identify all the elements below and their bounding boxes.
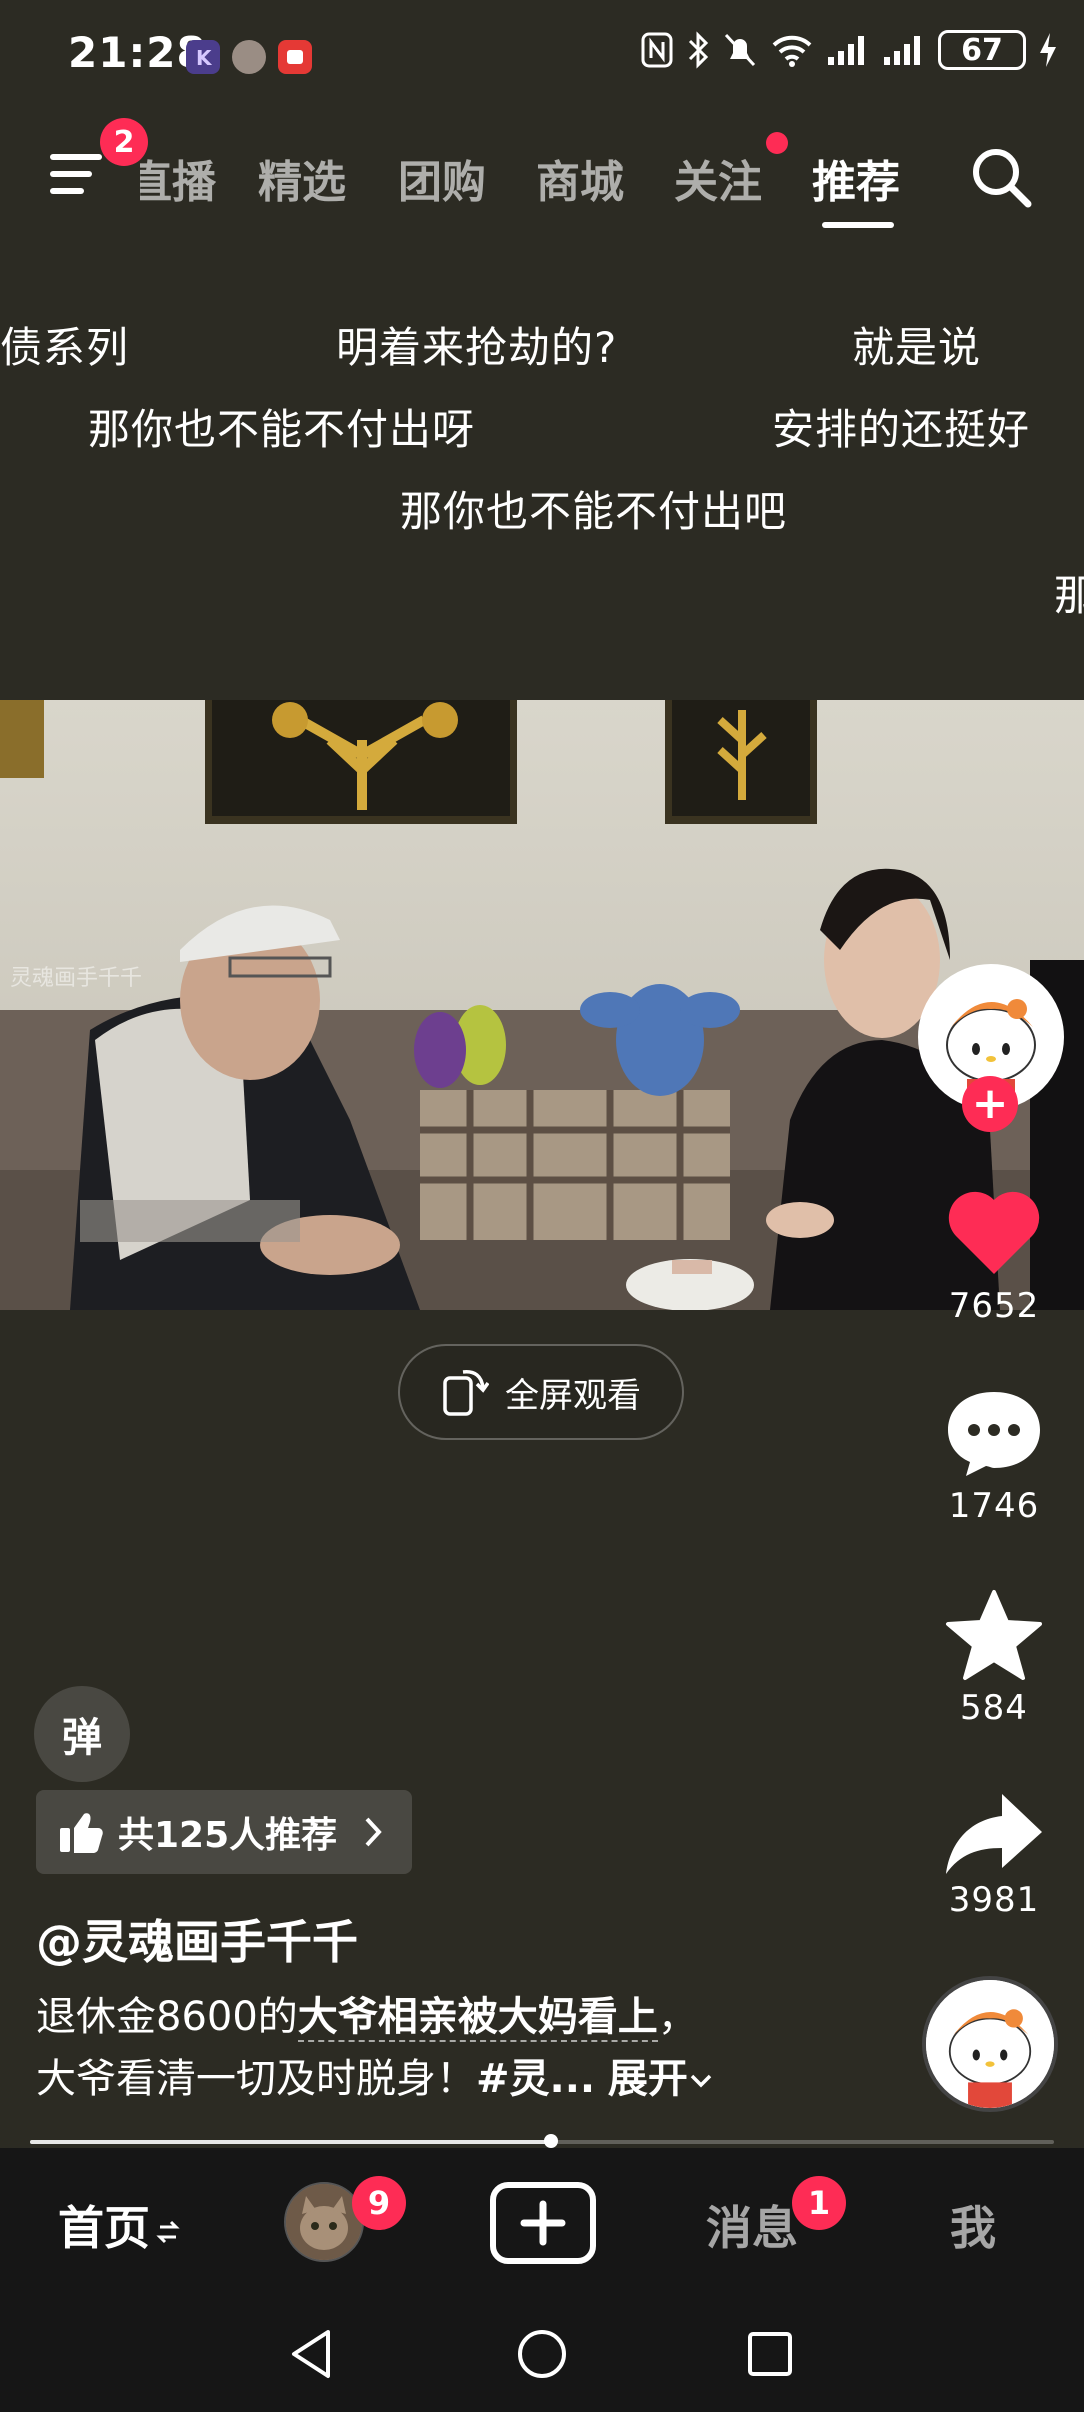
danmaku-comment: 那你也不能不付出吧 — [400, 487, 788, 536]
rotate-screen-icon — [443, 1370, 489, 1416]
video-player[interactable]: 灵魂画手千千 — [0, 700, 1084, 1310]
mute-bell-icon — [724, 33, 756, 67]
video-description[interactable]: 退休金8600的大爷相亲被大妈看上， 大爷看清一切及时脱身！#灵... 展开 — [36, 1986, 906, 2110]
desc-highlight[interactable]: 大爷相亲被大妈看上 — [297, 1994, 658, 2042]
chevron-down-icon — [690, 2074, 712, 2088]
nav-messages-badge: 1 — [792, 2176, 846, 2230]
bluetooth-icon — [688, 31, 709, 69]
search-icon[interactable] — [966, 142, 1036, 212]
heart-icon[interactable] — [944, 1186, 1044, 1278]
chevron-right-icon — [365, 1817, 382, 1847]
favorite-count: 584 — [960, 1688, 1028, 1728]
plus-icon — [520, 2200, 566, 2246]
app-notification-icon — [232, 40, 266, 74]
fullscreen-label: 全屏观看 — [505, 1375, 641, 1416]
home-circle-icon[interactable] — [514, 2326, 570, 2382]
danmaku-comment: 安排的还挺好 — [772, 405, 1031, 454]
signal-icon — [828, 36, 864, 65]
follow-button[interactable]: + — [962, 1076, 1018, 1132]
nav-home[interactable]: 首页 — [58, 2192, 180, 2258]
desc-text: 退休金8600的 — [36, 1994, 298, 2040]
app-notification-icon — [278, 40, 312, 74]
share-count: 3981 — [948, 1880, 1040, 1920]
following-dot — [766, 132, 788, 154]
active-tab-indicator — [822, 222, 894, 228]
danmaku-comment: 债系列 — [0, 323, 130, 372]
video-watermark: 灵魂画手千千 — [10, 966, 143, 991]
nfc-icon — [641, 32, 673, 68]
nav-messages[interactable]: 消息 — [706, 2192, 798, 2258]
svg-text:K: K — [196, 46, 213, 70]
danmaku-comment: 就是说 — [852, 323, 982, 372]
status-icons: 67 — [640, 30, 1058, 70]
battery-indicator: 67 — [938, 30, 1026, 70]
danmaku-comment: 那 — [1054, 571, 1084, 620]
recommend-pill[interactable]: 共125人推荐 — [36, 1790, 412, 1874]
progress-fill — [30, 2140, 552, 2144]
favorite-star-icon[interactable] — [944, 1588, 1044, 1684]
desc-text: ， — [657, 1994, 698, 2040]
author-name[interactable]: @灵魂画手千千 — [36, 1906, 358, 1972]
progress-knob[interactable] — [544, 2134, 558, 2148]
recents-icon[interactable] — [742, 2326, 798, 2382]
tab-group-buy[interactable]: 团购 — [398, 146, 486, 210]
nav-friends-badge: 9 — [352, 2176, 406, 2230]
tab-following[interactable]: 关注 — [674, 146, 762, 210]
desc-text: 大爷看清一切及时脱身！ — [36, 2056, 476, 2102]
comment-count: 1746 — [948, 1486, 1040, 1526]
thumbs-up-icon — [60, 1813, 103, 1853]
tab-live[interactable]: 直播 — [140, 146, 216, 210]
menu-icon[interactable] — [50, 150, 106, 198]
share-icon[interactable] — [942, 1788, 1046, 1878]
hashtag-link[interactable]: #灵... — [476, 2056, 595, 2102]
signal-icon — [884, 36, 920, 65]
switch-arrows-icon — [156, 2220, 180, 2243]
expand-button[interactable]: 展开 — [608, 2056, 688, 2102]
create-button[interactable] — [490, 2182, 596, 2264]
music-disc[interactable] — [922, 1976, 1058, 2112]
comment-icon[interactable] — [944, 1386, 1044, 1480]
tab-mall[interactable]: 商城 — [536, 146, 624, 210]
danmaku-comment: 那你也不能不付出呀 — [88, 405, 476, 454]
recommend-label: 共125人推荐 — [118, 1815, 338, 1856]
like-count: 7652 — [948, 1286, 1040, 1326]
danmaku-toggle-button[interactable]: 弹 — [34, 1686, 130, 1782]
tab-featured[interactable]: 精选 — [258, 146, 346, 210]
tab-recommended[interactable]: 推荐 — [812, 146, 900, 210]
nav-me[interactable]: 我 — [950, 2192, 996, 2258]
wifi-icon — [772, 35, 812, 67]
nav-home-label: 首页 — [58, 2201, 150, 2255]
nav-friends-avatar[interactable] — [284, 2182, 364, 2262]
fullscreen-button[interactable]: 全屏观看 — [398, 1344, 684, 1440]
charging-icon — [1040, 33, 1056, 67]
app-notification-icon: K — [186, 40, 220, 74]
danmaku-comment: 明着来抢劫的? — [336, 323, 618, 372]
back-icon[interactable] — [284, 2326, 340, 2382]
